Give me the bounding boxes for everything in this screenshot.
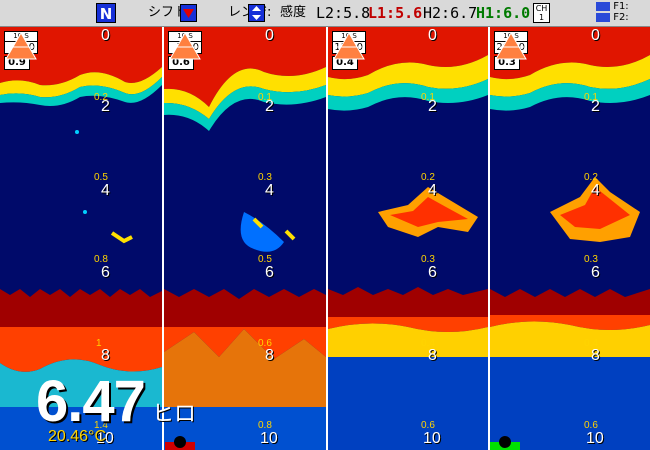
depth-scale-label: 6	[591, 264, 600, 281]
sub-scale-label: 0.1	[258, 92, 272, 103]
echo-panel-3: 10 S 150.0 0.4	[328, 27, 488, 450]
depth-scale-label: 8	[265, 347, 274, 364]
f2-label[interactable]: F2:	[613, 12, 628, 23]
sub-scale-label: 0.6	[258, 338, 272, 349]
arrow-updown-icon	[252, 6, 261, 20]
sub-scale-label: 0.2	[584, 172, 598, 183]
top-status-bar: N シフト: レンジ: 感度 L2:5.8 L1:5.6 H2:6.7 H1:6…	[0, 0, 650, 27]
depth-scale-label: 0	[591, 27, 600, 44]
l1-value: L1:5.6	[368, 4, 423, 22]
freq-box-2[interactable]: 10 S 70.0 0.6	[168, 31, 202, 70]
beam-icon	[169, 31, 201, 60]
depth-scale-label: 10	[423, 430, 441, 447]
channel-indicator[interactable]: CH 1	[533, 3, 550, 23]
depth-unit: ヒロ	[152, 401, 197, 426]
sub-scale-label: 0.2	[421, 172, 435, 183]
depth-scale-label: 10	[586, 430, 604, 447]
depth-scale-label: 4	[265, 182, 274, 199]
arrow-down-icon	[183, 9, 194, 18]
green-marker-icon	[490, 436, 520, 450]
sub-scale-label: 0.1	[421, 92, 435, 103]
sub-scale-label: 0.4	[584, 338, 598, 349]
depth-scale-label: 0	[265, 27, 274, 44]
sub-scale-label: 0.3	[421, 254, 435, 265]
freq-box-1[interactable]: 10 S 46.0 0.9	[4, 31, 38, 70]
depth-scale-label: 4	[591, 182, 600, 199]
channel-value: 1	[538, 13, 545, 22]
depth-scale-label: 0	[428, 27, 437, 44]
depth-scale-label: 4	[428, 182, 437, 199]
speaker-icon	[596, 12, 610, 22]
h1-value: H1:6.0	[476, 4, 531, 22]
depth-readout: 6.47	[36, 369, 146, 434]
freq-box-4[interactable]: 10 S 200.0 0.3	[494, 31, 528, 70]
echogram-2	[164, 27, 326, 450]
depth-scale-label: 4	[101, 182, 110, 199]
depth-scale-label: 8	[428, 347, 437, 364]
depth-scale-label: 6	[428, 264, 437, 281]
echogram-4	[490, 27, 650, 450]
depth-scale-label: 8	[101, 347, 110, 364]
water-temperature: 20.46°C	[48, 428, 106, 445]
sub-scale-label: 0.5	[94, 172, 108, 183]
sub-scale-label: 0.4	[421, 338, 435, 349]
beam-icon	[5, 31, 37, 60]
depth-scale-label: 0	[101, 27, 110, 44]
fish-icon	[596, 1, 610, 11]
sub-scale-label: 0.6	[584, 420, 598, 431]
beam-icon	[495, 31, 527, 60]
h2-value: H2:6.7	[423, 4, 478, 22]
l2-value: L2:5.8	[316, 4, 371, 22]
sub-scale-label: 0.6	[421, 420, 435, 431]
shift-down-button[interactable]	[180, 4, 197, 22]
echogram-3	[328, 27, 488, 450]
beam-icon	[333, 31, 365, 60]
depth-scale-label: 8	[591, 347, 600, 364]
mode-n-button[interactable]: N	[96, 3, 116, 23]
depth-scale-label: 6	[101, 264, 110, 281]
f1-label[interactable]: F1:	[613, 1, 628, 12]
sub-scale-label: 0.1	[584, 92, 598, 103]
sub-scale-label: 0.8	[258, 420, 272, 431]
range-button[interactable]	[248, 4, 265, 22]
function-keys: F1: F2:	[596, 1, 648, 25]
echo-panel-4: 10 S 200.0 0.3	[490, 27, 650, 450]
sub-scale-label: 0.3	[258, 172, 272, 183]
sub-scale-label: 0.3	[584, 254, 598, 265]
sub-scale-label: 0.5	[258, 254, 272, 265]
sub-scale-label: 0.2	[94, 92, 108, 103]
gain-label: 感度	[280, 5, 307, 20]
freq-box-3[interactable]: 10 S 150.0 0.4	[332, 31, 366, 70]
depth-scale-label: 10	[260, 430, 278, 447]
depth-scale-label: 6	[265, 264, 274, 281]
red-marker-icon	[165, 436, 195, 450]
channel-label: CH	[535, 4, 548, 13]
echo-panel-2: 10 S 70.0 0.6	[164, 27, 326, 450]
sub-scale-label: 0.8	[94, 254, 108, 265]
sub-scale-label: 1	[96, 338, 102, 349]
